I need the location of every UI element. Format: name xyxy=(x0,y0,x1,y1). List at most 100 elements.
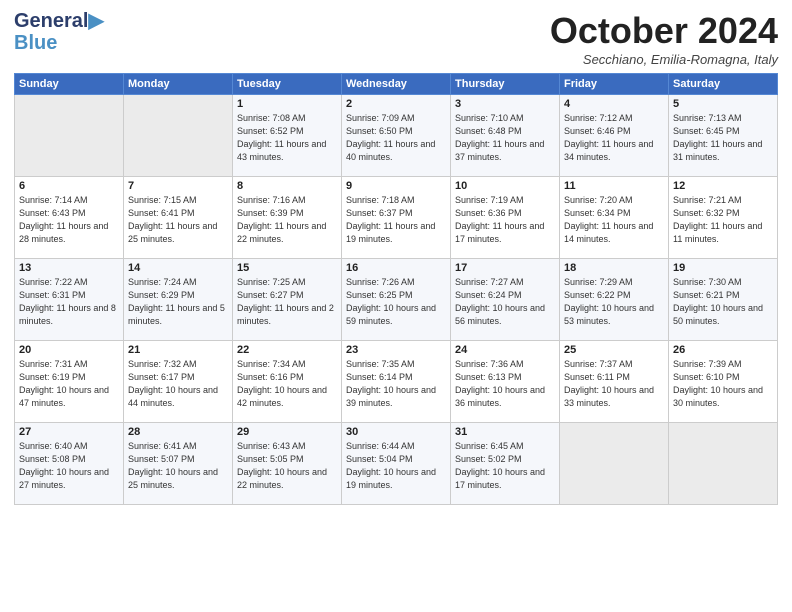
day-number: 18 xyxy=(564,262,664,274)
day-info: Sunrise: 7:31 AMSunset: 6:19 PMDaylight:… xyxy=(19,358,119,410)
day-number: 8 xyxy=(237,180,337,192)
calendar-cell: 2Sunrise: 7:09 AMSunset: 6:50 PMDaylight… xyxy=(342,95,451,177)
calendar-cell: 5 Sunrise: 7:13 AMSunset: 6:45 PMDaylight… xyxy=(669,95,778,177)
day-info: Sunrise: 6:45 AMSunset: 5:02 PMDaylight:… xyxy=(455,440,555,492)
calendar-cell: 17 Sunrise: 7:27 AMSunset: 6:24 PMDayligh… xyxy=(451,259,560,341)
day-number: 27 xyxy=(19,426,119,438)
day-number: 28 xyxy=(128,426,228,438)
day-number: 9 xyxy=(346,180,446,192)
day-number: 5 xyxy=(673,98,773,110)
calendar-cell: 20 Sunrise: 7:31 AMSunset: 6:19 PMDayligh… xyxy=(15,341,124,423)
calendar-cell: 10Sunrise: 7:19 AMSunset: 6:36 PMDayligh… xyxy=(451,177,560,259)
day-number: 31 xyxy=(455,426,555,438)
day-number: 1 xyxy=(237,98,337,110)
title-block: October 2024 Secchiano, Emilia-Romagna, … xyxy=(550,10,778,67)
calendar-cell: 14 Sunrise: 7:24 AMSunset: 6:29 PMDayligh… xyxy=(124,259,233,341)
day-info: Sunrise: 7:37 AMSunset: 6:11 PMDaylight:… xyxy=(564,358,664,410)
day-info: Sunrise: 7:13 AMSunset: 6:45 PMDaylight:… xyxy=(673,112,773,164)
calendar-cell: 15 Sunrise: 7:25 AMSunset: 6:27 PMDayligh… xyxy=(233,259,342,341)
header: General▶ Blue October 2024 Secchiano, Em… xyxy=(14,10,778,67)
day-number: 19 xyxy=(673,262,773,274)
day-number: 3 xyxy=(455,98,555,110)
calendar-cell: 8Sunrise: 7:16 AMSunset: 6:39 PMDaylight… xyxy=(233,177,342,259)
month-title: October 2024 xyxy=(550,10,778,52)
day-number: 13 xyxy=(19,262,119,274)
day-info: Sunrise: 7:26 AMSunset: 6:25 PMDaylight:… xyxy=(346,276,446,328)
calendar-cell: 24 Sunrise: 7:36 AMSunset: 6:13 PMDayligh… xyxy=(451,341,560,423)
col-saturday: Saturday xyxy=(669,74,778,95)
calendar-cell: 23Sunrise: 7:35 AMSunset: 6:14 PMDayligh… xyxy=(342,341,451,423)
day-info: Sunrise: 7:29 AMSunset: 6:22 PMDaylight:… xyxy=(564,276,664,328)
day-info: Sunrise: 7:39 AMSunset: 6:10 PMDaylight:… xyxy=(673,358,773,410)
logo-text: General▶ Blue xyxy=(14,10,104,54)
calendar-cell: 25 Sunrise: 7:37 AMSunset: 6:11 PMDayligh… xyxy=(560,341,669,423)
calendar-cell: 4 Sunrise: 7:12 AMSunset: 6:46 PMDaylight… xyxy=(560,95,669,177)
day-number: 17 xyxy=(455,262,555,274)
day-info: Sunrise: 7:32 AMSunset: 6:17 PMDaylight:… xyxy=(128,358,228,410)
day-info: Sunrise: 7:34 AMSunset: 6:16 PMDaylight:… xyxy=(237,358,337,410)
day-number: 4 xyxy=(564,98,664,110)
day-info: Sunrise: 7:08 AMSunset: 6:52 PMDaylight:… xyxy=(237,112,337,164)
day-number: 12 xyxy=(673,180,773,192)
calendar-cell: 29 Sunrise: 6:43 AMSunset: 5:05 PMDayligh… xyxy=(233,423,342,505)
col-friday: Friday xyxy=(560,74,669,95)
day-info: Sunrise: 7:22 AMSunset: 6:31 PMDaylight:… xyxy=(19,276,119,328)
calendar-cell: 19 Sunrise: 7:30 AMSunset: 6:21 PMDayligh… xyxy=(669,259,778,341)
calendar-week-2: 6 Sunrise: 7:14 AMSunset: 6:43 PMDaylight… xyxy=(15,177,778,259)
day-info: Sunrise: 7:09 AMSunset: 6:50 PMDaylight:… xyxy=(346,112,446,164)
calendar-week-5: 27 Sunrise: 6:40 AMSunset: 5:08 PMDayligh… xyxy=(15,423,778,505)
day-number: 24 xyxy=(455,344,555,356)
day-number: 25 xyxy=(564,344,664,356)
calendar-cell xyxy=(15,95,124,177)
day-info: Sunrise: 7:14 AMSunset: 6:43 PMDaylight:… xyxy=(19,194,119,246)
day-number: 14 xyxy=(128,262,228,274)
day-number: 30 xyxy=(346,426,446,438)
day-info: Sunrise: 7:36 AMSunset: 6:13 PMDaylight:… xyxy=(455,358,555,410)
col-thursday: Thursday xyxy=(451,74,560,95)
day-info: Sunrise: 7:25 AMSunset: 6:27 PMDaylight:… xyxy=(237,276,337,328)
calendar-week-3: 13 Sunrise: 7:22 AMSunset: 6:31 PMDayligh… xyxy=(15,259,778,341)
calendar-cell xyxy=(560,423,669,505)
calendar-cell: 1 Sunrise: 7:08 AMSunset: 6:52 PMDaylight… xyxy=(233,95,342,177)
day-info: Sunrise: 7:21 AMSunset: 6:32 PMDaylight:… xyxy=(673,194,773,246)
day-info: Sunrise: 7:15 AMSunset: 6:41 PMDaylight:… xyxy=(128,194,228,246)
col-wednesday: Wednesday xyxy=(342,74,451,95)
day-info: Sunrise: 7:18 AMSunset: 6:37 PMDaylight:… xyxy=(346,194,446,246)
calendar-cell: 7Sunrise: 7:15 AMSunset: 6:41 PMDaylight… xyxy=(124,177,233,259)
day-info: Sunrise: 7:27 AMSunset: 6:24 PMDaylight:… xyxy=(455,276,555,328)
calendar-week-1: 1 Sunrise: 7:08 AMSunset: 6:52 PMDaylight… xyxy=(15,95,778,177)
col-monday: Monday xyxy=(124,74,233,95)
day-info: Sunrise: 7:19 AMSunset: 6:36 PMDaylight:… xyxy=(455,194,555,246)
calendar-cell: 6 Sunrise: 7:14 AMSunset: 6:43 PMDaylight… xyxy=(15,177,124,259)
day-number: 15 xyxy=(237,262,337,274)
col-sunday: Sunday xyxy=(15,74,124,95)
calendar-cell: 30Sunrise: 6:44 AMSunset: 5:04 PMDayligh… xyxy=(342,423,451,505)
day-number: 21 xyxy=(128,344,228,356)
day-info: Sunrise: 7:24 AMSunset: 6:29 PMDaylight:… xyxy=(128,276,228,328)
header-row: Sunday Monday Tuesday Wednesday Thursday… xyxy=(15,74,778,95)
calendar-week-4: 20 Sunrise: 7:31 AMSunset: 6:19 PMDayligh… xyxy=(15,341,778,423)
logo: General▶ Blue xyxy=(14,10,104,54)
calendar-cell: 22 Sunrise: 7:34 AMSunset: 6:16 PMDayligh… xyxy=(233,341,342,423)
day-number: 26 xyxy=(673,344,773,356)
day-number: 20 xyxy=(19,344,119,356)
calendar-cell: 9 Sunrise: 7:18 AMSunset: 6:37 PMDaylight… xyxy=(342,177,451,259)
day-info: Sunrise: 7:10 AMSunset: 6:48 PMDaylight:… xyxy=(455,112,555,164)
day-number: 29 xyxy=(237,426,337,438)
day-number: 11 xyxy=(564,180,664,192)
day-number: 6 xyxy=(19,180,119,192)
day-number: 16 xyxy=(346,262,446,274)
day-info: Sunrise: 7:30 AMSunset: 6:21 PMDaylight:… xyxy=(673,276,773,328)
day-info: Sunrise: 6:40 AMSunset: 5:08 PMDaylight:… xyxy=(19,440,119,492)
calendar-cell: 13 Sunrise: 7:22 AMSunset: 6:31 PMDayligh… xyxy=(15,259,124,341)
day-number: 22 xyxy=(237,344,337,356)
day-info: Sunrise: 6:43 AMSunset: 5:05 PMDaylight:… xyxy=(237,440,337,492)
calendar-cell xyxy=(124,95,233,177)
calendar-table: Sunday Monday Tuesday Wednesday Thursday… xyxy=(14,73,778,505)
calendar-cell: 26 Sunrise: 7:39 AMSunset: 6:10 PMDayligh… xyxy=(669,341,778,423)
day-info: Sunrise: 7:35 AMSunset: 6:14 PMDaylight:… xyxy=(346,358,446,410)
day-info: Sunrise: 6:41 AMSunset: 5:07 PMDaylight:… xyxy=(128,440,228,492)
day-info: Sunrise: 7:12 AMSunset: 6:46 PMDaylight:… xyxy=(564,112,664,164)
calendar-cell: 16 Sunrise: 7:26 AMSunset: 6:25 PMDayligh… xyxy=(342,259,451,341)
calendar-cell: 27 Sunrise: 6:40 AMSunset: 5:08 PMDayligh… xyxy=(15,423,124,505)
